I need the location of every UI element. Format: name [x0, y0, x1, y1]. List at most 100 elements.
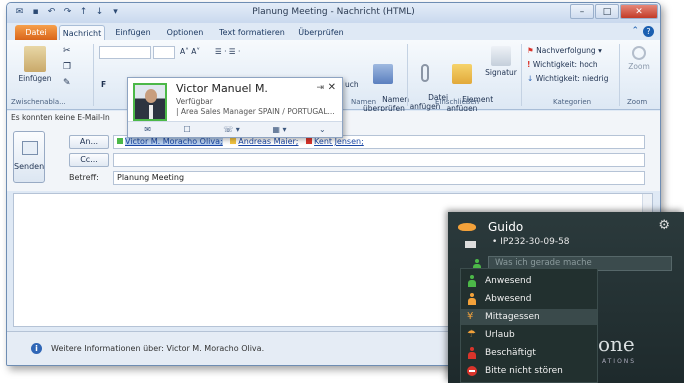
title-bar: ✉ ▪ ↶ ↷ ↑ ↓ ▾ Planung Meeting - Nachrich…: [7, 3, 660, 23]
zoom-label: Zoom: [628, 62, 650, 71]
status-item-present[interactable]: Anwesend: [461, 273, 597, 289]
low-importance-label: Wichtigkeit: niedrig: [535, 74, 609, 83]
brand-logo-text: one: [598, 332, 635, 356]
tab-message[interactable]: Nachricht: [59, 25, 105, 40]
low-importance-button[interactable]: ↓ Wichtigkeit: niedrig: [527, 74, 608, 83]
ribbon-separator: [407, 44, 408, 106]
contact-card-popup: Victor Manuel M. Verfügbar | Area Sales …: [127, 77, 343, 138]
clipboard-icon: [24, 46, 46, 72]
include-group-label: Einschließen: [435, 98, 480, 106]
envelope-icon: [452, 64, 472, 84]
status-item-away[interactable]: Abwesend: [461, 291, 597, 307]
presence-dot-icon: [230, 138, 237, 144]
magnifier-icon: [632, 46, 646, 60]
to-button[interactable]: An...: [69, 135, 109, 149]
followup-label: Nachverfolgung: [536, 46, 596, 55]
high-importance-button[interactable]: ! Wichtigkeit: hoch: [527, 60, 598, 69]
contact-status: Verfügbar: [176, 97, 213, 106]
address-book-partial-label: uch: [345, 80, 359, 89]
window-title: Planung Meeting - Nachricht (HTML): [252, 7, 415, 17]
status-item-lunch[interactable]: ¥ Mittagessen: [461, 309, 597, 325]
ribbon-help-controls: ⌃ ?: [631, 26, 654, 37]
font-size-box[interactable]: [153, 46, 175, 59]
cc-button[interactable]: Cc...: [69, 153, 109, 167]
screenshot-stage: ✉ ▪ ↶ ↷ ↑ ↓ ▾ Planung Meeting - Nachrich…: [0, 0, 684, 383]
calendar-icon[interactable]: ▦ ▾: [272, 125, 286, 134]
tab-review[interactable]: Überprüfen: [295, 25, 347, 40]
recipient-victor[interactable]: Victor M. Moracho Oliva;: [117, 137, 228, 146]
status-item-busy[interactable]: Beschäftigt: [461, 345, 597, 361]
contact-card-actions: ✉ ☐ ☏ ▾ ▦ ▾ ⌄: [128, 121, 342, 137]
exclamation-icon: !: [527, 60, 531, 69]
pin-icon[interactable]: ⇥: [316, 83, 324, 93]
cc-field[interactable]: [113, 153, 645, 167]
down-arrow-importance-icon: ↓: [527, 74, 534, 83]
email-icon[interactable]: ✉: [144, 125, 151, 134]
person-busy-icon: [467, 347, 477, 359]
bold-icon[interactable]: F: [101, 80, 106, 89]
tab-insert[interactable]: Einfügen: [111, 25, 155, 40]
gear-icon[interactable]: ⚙: [658, 218, 670, 233]
maximize-button[interactable]: □: [595, 4, 619, 19]
info-icon: i: [31, 343, 42, 354]
status-item-vacation[interactable]: ☂ Urlaub: [461, 327, 597, 343]
presence-logo-icon: [458, 223, 476, 231]
zoom-button[interactable]: Zoom: [621, 46, 657, 71]
status-item-do-not-disturb[interactable]: Bitte nicht stören: [461, 363, 597, 379]
send-icon: [22, 141, 38, 155]
people-pane-text[interactable]: Weitere Informationen über: Victor M. Mo…: [51, 344, 264, 353]
presence-dot-icon: [117, 138, 123, 144]
send-label: Senden: [14, 162, 45, 171]
status-item-label: Abwesend: [485, 294, 532, 304]
zoom-group-label: Zoom: [627, 98, 648, 106]
umbrella-icon: ☂: [467, 329, 476, 340]
cut-icon[interactable]: ✂: [63, 46, 71, 56]
names-group-label: Namen: [351, 98, 377, 106]
close-button[interactable]: ✕: [620, 4, 658, 19]
person-away-icon: [467, 293, 477, 305]
contact-shirt: [149, 105, 153, 119]
tags-group-label: Kategorien: [553, 98, 592, 106]
signature-button[interactable]: Signatur: [483, 46, 519, 77]
tab-file[interactable]: Datei: [15, 25, 57, 40]
grow-font-icon[interactable]: A˄ A˅: [180, 47, 200, 56]
presence-status-menu: Anwesend Abwesend ¥ Mittagessen ☂ Urlaub…: [460, 268, 598, 383]
recipient-kent[interactable]: Kent Jensen;: [306, 137, 369, 146]
fork-knife-icon: ¥: [467, 311, 474, 322]
status-item-label: Urlaub: [485, 330, 515, 340]
clipboard-group-label: Zwischenabla...: [11, 98, 66, 106]
person-available-icon: [467, 275, 477, 287]
presence-dot-icon: [306, 138, 313, 144]
expand-card-icon[interactable]: ⌄: [319, 125, 326, 134]
signature-icon: [491, 46, 511, 66]
phone-icon[interactable]: ☏ ▾: [223, 125, 240, 134]
signature-label: Signatur: [485, 68, 517, 77]
tab-options[interactable]: Optionen: [163, 25, 207, 40]
bullets-icon[interactable]: ☰ · ☰ ·: [215, 47, 240, 56]
contact-photo: [133, 83, 167, 121]
attach-file-button[interactable]: Datei anfügen: [409, 46, 448, 120]
ribbon-separator: [521, 44, 522, 106]
send-button[interactable]: Senden: [13, 131, 45, 183]
paperclip-icon: [421, 64, 429, 82]
paste-button[interactable]: Einfügen: [13, 46, 57, 83]
check-names-icon: [373, 64, 393, 84]
contact-face: [145, 89, 157, 103]
followup-button[interactable]: ⚑ Nachverfolgung ▾: [527, 46, 602, 55]
minimize-button[interactable]: –: [570, 4, 594, 19]
tab-format-text[interactable]: Text formatieren: [217, 25, 287, 40]
contact-job-title: | Area Sales Manager SPAIN / PORTUGAL...: [176, 107, 335, 116]
paste-label: Einfügen: [18, 74, 52, 83]
copy-icon[interactable]: ❐: [63, 62, 71, 72]
status-item-label: Beschäftigt: [485, 348, 536, 358]
recipient-andreas[interactable]: Andreas Maier;: [230, 137, 303, 146]
help-icon[interactable]: ?: [643, 26, 654, 37]
font-name-box[interactable]: [99, 46, 151, 59]
close-card-icon[interactable]: ✕: [328, 82, 336, 93]
collapse-ribbon-icon[interactable]: ⌃: [631, 26, 639, 37]
camera-icon: [465, 241, 476, 248]
no-entry-icon: [467, 366, 477, 376]
subject-field[interactable]: Planung Meeting: [113, 171, 645, 185]
chat-icon[interactable]: ☐: [184, 125, 191, 134]
format-painter-icon[interactable]: ✎: [63, 78, 71, 88]
